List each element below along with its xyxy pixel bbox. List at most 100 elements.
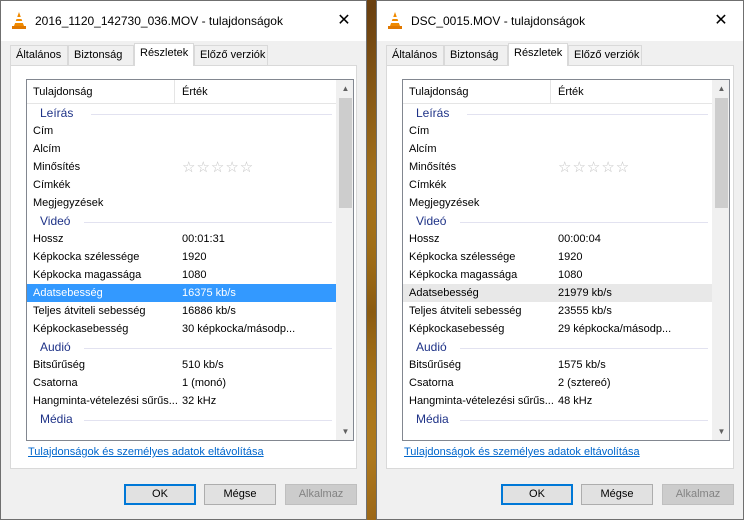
vertical-scrollbar[interactable]: ▲ ▼ bbox=[712, 80, 729, 440]
properties-window-1: 2016_1120_142730_036.MOV - tulajdonságok… bbox=[0, 0, 367, 520]
property-name: Képkocka szélessége bbox=[409, 251, 516, 263]
group-divider bbox=[460, 348, 708, 349]
property-row[interactable]: Képkockasebesség 29 képkocka/másodp... bbox=[403, 320, 712, 338]
property-row[interactable]: Címkék bbox=[27, 176, 336, 194]
property-name: Teljes átviteli sebesség bbox=[409, 305, 522, 317]
property-row[interactable]: Cím bbox=[403, 122, 712, 140]
column-header-property[interactable]: Tulajdonság bbox=[409, 86, 469, 98]
tab-security[interactable]: Biztonság bbox=[444, 45, 508, 65]
property-value: 16886 kb/s bbox=[182, 305, 236, 317]
vertical-scrollbar[interactable]: ▲ ▼ bbox=[336, 80, 353, 440]
property-row[interactable]: Képkocka magassága 1080 bbox=[27, 266, 336, 284]
property-row[interactable]: Képkocka szélessége 1920 bbox=[403, 248, 712, 266]
group-header[interactable]: Leírás bbox=[403, 104, 712, 122]
scroll-up-arrow-icon[interactable]: ▲ bbox=[337, 80, 353, 97]
group-divider bbox=[460, 222, 708, 223]
title-bar[interactable]: DSC_0015.MOV - tulajdonságok ✕ bbox=[377, 1, 743, 41]
property-name: Képkockasebesség bbox=[33, 323, 129, 335]
tab-details[interactable]: Részletek bbox=[508, 43, 568, 66]
properties-list[interactable]: Tulajdonság Érték Leírás Cím Alcím Minősíté… bbox=[26, 79, 354, 441]
remove-properties-link[interactable]: Tulajdonságok és személyes adatok eltávo… bbox=[28, 446, 264, 458]
property-name: Adatsebesség bbox=[33, 287, 103, 299]
group-header[interactable]: Audió bbox=[403, 338, 712, 356]
property-row[interactable]: Csatorna 2 (sztereó) bbox=[403, 374, 712, 392]
group-header[interactable]: Média bbox=[403, 410, 712, 428]
group-header[interactable]: Audió bbox=[27, 338, 336, 356]
scroll-down-arrow-icon[interactable]: ▼ bbox=[337, 423, 353, 440]
property-row[interactable]: Adatsebesség 16375 kb/s bbox=[27, 284, 336, 302]
property-row[interactable]: Hossz 00:01:31 bbox=[27, 230, 336, 248]
property-row[interactable]: Cím bbox=[27, 122, 336, 140]
property-name: Cím bbox=[409, 125, 430, 137]
rating-stars-icon[interactable]: ☆☆☆☆☆ bbox=[182, 158, 254, 176]
property-row[interactable]: Megjegyzések bbox=[27, 194, 336, 212]
property-name: Bitsűrűség bbox=[33, 359, 85, 371]
scroll-down-arrow-icon[interactable]: ▼ bbox=[713, 423, 729, 440]
property-row[interactable]: Hangminta-vételezési sűrűs... 32 kHz bbox=[27, 392, 336, 410]
column-header-property[interactable]: Tulajdonság bbox=[33, 86, 93, 98]
window-title: 2016_1120_142730_036.MOV - tulajdonságok bbox=[35, 14, 283, 28]
close-icon[interactable]: ✕ bbox=[322, 1, 366, 39]
property-row[interactable]: Hangminta-vételezési sűrűs... 48 kHz bbox=[403, 392, 712, 410]
tab-previous-versions[interactable]: Előző verziók bbox=[194, 45, 268, 65]
property-name: Megjegyzések bbox=[409, 197, 480, 209]
ok-button[interactable]: OK bbox=[501, 484, 573, 505]
property-value: 30 képkocka/másodp... bbox=[182, 323, 296, 335]
tab-previous-versions[interactable]: Előző verziók bbox=[568, 45, 642, 65]
tab-general[interactable]: Általános bbox=[10, 45, 68, 65]
rating-stars-icon[interactable]: ☆☆☆☆☆ bbox=[558, 158, 630, 176]
group-header[interactable]: Videó bbox=[403, 212, 712, 230]
scroll-up-arrow-icon[interactable]: ▲ bbox=[713, 80, 729, 97]
property-name: Adatsebesség bbox=[409, 287, 479, 299]
column-header-value[interactable]: Érték bbox=[182, 86, 208, 98]
property-name: Megjegyzések bbox=[33, 197, 104, 209]
property-row[interactable]: Megjegyzések bbox=[403, 194, 712, 212]
property-row[interactable]: Alcím bbox=[27, 140, 336, 158]
tab-details[interactable]: Részletek bbox=[134, 43, 194, 66]
property-row[interactable]: Képkockasebesség 30 képkocka/másodp... bbox=[27, 320, 336, 338]
property-row[interactable]: Csatorna 1 (monó) bbox=[27, 374, 336, 392]
group-label: Audió bbox=[40, 340, 71, 354]
ok-button[interactable]: OK bbox=[124, 484, 196, 505]
close-icon[interactable]: ✕ bbox=[699, 1, 743, 39]
property-row[interactable]: Címkék bbox=[403, 176, 712, 194]
title-bar[interactable]: 2016_1120_142730_036.MOV - tulajdonságok… bbox=[1, 1, 366, 41]
property-row[interactable]: Alcím bbox=[403, 140, 712, 158]
property-row[interactable]: Képkocka magassága 1080 bbox=[403, 266, 712, 284]
scroll-thumb[interactable] bbox=[339, 98, 352, 208]
tab-security[interactable]: Biztonság bbox=[68, 45, 134, 65]
column-divider[interactable] bbox=[174, 80, 175, 104]
property-row[interactable]: Minősítés ☆☆☆☆☆ bbox=[27, 158, 336, 176]
group-label: Videó bbox=[416, 214, 447, 228]
property-value: 21979 kb/s bbox=[558, 287, 612, 299]
group-header[interactable]: Leírás bbox=[27, 104, 336, 122]
property-row[interactable]: Bitsűrűség 1575 kb/s bbox=[403, 356, 712, 374]
remove-properties-link[interactable]: Tulajdonságok és személyes adatok eltávo… bbox=[404, 446, 640, 458]
scroll-thumb[interactable] bbox=[715, 98, 728, 208]
property-row[interactable]: Teljes átviteli sebesség 23555 kb/s bbox=[403, 302, 712, 320]
properties-list[interactable]: Tulajdonság Érték Leírás Cím Alcím Minősíté… bbox=[402, 79, 730, 441]
property-name: Alcím bbox=[409, 143, 437, 155]
property-value: 32 kHz bbox=[182, 395, 217, 407]
property-row[interactable]: Adatsebesség 21979 kb/s bbox=[403, 284, 712, 302]
tab-general[interactable]: Általános bbox=[386, 45, 444, 65]
cancel-button[interactable]: Mégse bbox=[204, 484, 276, 505]
property-row[interactable]: Minősítés ☆☆☆☆☆ bbox=[403, 158, 712, 176]
cancel-button[interactable]: Mégse bbox=[581, 484, 653, 505]
column-header-value[interactable]: Érték bbox=[558, 86, 584, 98]
group-divider bbox=[84, 420, 332, 421]
group-header[interactable]: Videó bbox=[27, 212, 336, 230]
property-name: Csatorna bbox=[409, 377, 454, 389]
property-name: Cím bbox=[33, 125, 54, 137]
property-row[interactable]: Bitsűrűség 510 kb/s bbox=[27, 356, 336, 374]
property-row[interactable]: Hossz 00:00:04 bbox=[403, 230, 712, 248]
group-divider bbox=[91, 114, 332, 115]
dialog-buttons: OK Mégse Alkalmaz bbox=[124, 484, 357, 505]
vlc-cone-icon bbox=[388, 12, 402, 29]
property-value: 00:01:31 bbox=[182, 233, 225, 245]
group-divider bbox=[460, 420, 708, 421]
property-row[interactable]: Képkocka szélessége 1920 bbox=[27, 248, 336, 266]
column-divider[interactable] bbox=[550, 80, 551, 104]
group-header[interactable]: Média bbox=[27, 410, 336, 428]
property-row[interactable]: Teljes átviteli sebesség 16886 kb/s bbox=[27, 302, 336, 320]
